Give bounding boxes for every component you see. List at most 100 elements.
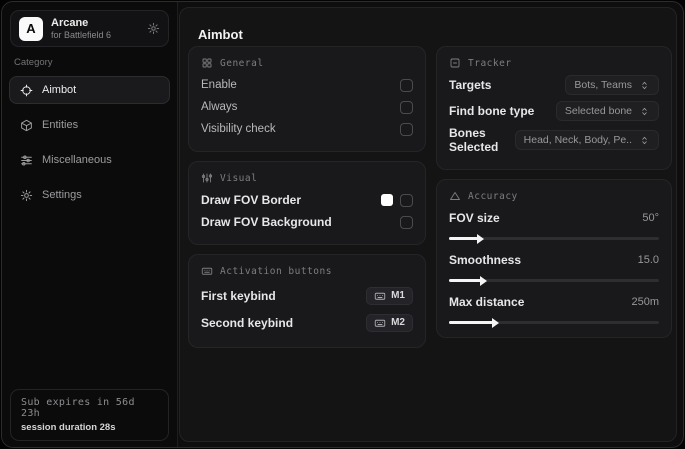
- targets-dropdown[interactable]: Bots, Teams: [565, 75, 659, 95]
- section-title: Tracker: [468, 57, 512, 69]
- section-title: Visual: [220, 172, 258, 184]
- sidebar-item-aimbot[interactable]: Aimbot: [9, 76, 170, 104]
- dropdown-value: Bots, Teams: [574, 79, 632, 91]
- setting-row-always: Always: [201, 96, 413, 118]
- setting-row-draw-fov-background: Draw FOV Background: [201, 211, 413, 233]
- unfold-icon: [639, 106, 650, 117]
- setting-label: Draw FOV Background: [201, 215, 332, 229]
- dropdown-value: Selected bone: [564, 105, 632, 117]
- setting-row-visibility-check: Visibility check: [201, 118, 413, 140]
- sidebar-item-label: Entities: [42, 119, 79, 131]
- box-icon: [20, 119, 33, 132]
- page-title: Aimbot: [198, 27, 243, 42]
- setting-row-first-keybind: First keybind M1: [201, 282, 413, 309]
- gear-icon[interactable]: [147, 22, 160, 35]
- sub-expiry-text: Sub expires in 56d 23h: [21, 397, 135, 419]
- app-name: Arcane: [51, 16, 89, 29]
- smoothness-slider[interactable]: [449, 275, 659, 286]
- keybind-value: M2: [391, 317, 405, 328]
- find-bone-type-dropdown[interactable]: Selected bone: [555, 101, 659, 121]
- setting-row-bones-selected: Bones Selected Head, Neck, Body, Pe..: [449, 126, 659, 154]
- setting-label: Always: [201, 101, 238, 113]
- general-section-header: General: [201, 57, 413, 69]
- triangle-icon: [449, 190, 461, 202]
- app-window: A Arcane for Battlefield 6 Category Aimb…: [1, 1, 684, 448]
- sidebar-item-miscellaneous[interactable]: Miscellaneous: [9, 146, 170, 174]
- category-label: Category: [14, 57, 53, 68]
- app-subtitle: for Battlefield 6: [51, 29, 112, 40]
- enable-checkbox[interactable]: [400, 78, 413, 92]
- setting-row-targets: Targets Bots, Teams: [449, 74, 659, 96]
- slider-thumb[interactable]: [477, 233, 485, 244]
- main-panel: Aimbot General Enable Always Visibility …: [179, 7, 677, 442]
- setting-label: Enable: [201, 79, 237, 91]
- slider-fill: [449, 233, 485, 244]
- unfold-icon: [639, 80, 650, 91]
- draw-fov-background-checkbox[interactable]: [400, 215, 413, 229]
- slider-label-row: Max distance 250m: [449, 291, 659, 313]
- visibility-check-checkbox[interactable]: [400, 122, 413, 136]
- activation-section-header: Activation buttons: [201, 265, 413, 277]
- slider-label-row: Smoothness 15.0: [449, 249, 659, 271]
- unfold-icon: [639, 135, 650, 146]
- app-title-block: Arcane for Battlefield 6: [51, 17, 111, 41]
- sidebar-item-entities[interactable]: Entities: [9, 111, 170, 139]
- crosshair-icon: [20, 84, 33, 97]
- always-checkbox[interactable]: [400, 100, 413, 114]
- dropdown-value: Head, Neck, Body, Pe..: [523, 134, 632, 146]
- setting-label: Visibility check: [201, 123, 276, 135]
- fov-border-color-swatch[interactable]: [381, 194, 393, 206]
- right-column: Tracker Targets Bots, Teams Find bone ty…: [436, 46, 672, 347]
- general-card: General Enable Always Visibility check: [188, 46, 426, 152]
- draw-fov-border-checkbox[interactable]: [400, 193, 413, 207]
- app-logo: A: [19, 16, 43, 41]
- slider-fill: [449, 275, 487, 286]
- setting-label: Bones Selected: [449, 126, 499, 154]
- left-column: General Enable Always Visibility check V…: [188, 46, 426, 357]
- keybind-value: M1: [391, 290, 405, 301]
- subscription-info-card: Sub expires in 56d 23h session duration …: [10, 389, 169, 441]
- slider-value: 250m: [631, 296, 659, 308]
- visual-section-header: Visual: [201, 172, 413, 184]
- grid-icon: [201, 57, 213, 69]
- max-distance-slider-group: Max distance 250m: [449, 291, 659, 328]
- fov-size-slider[interactable]: [449, 233, 659, 244]
- fov-border-controls: [381, 193, 413, 207]
- second-keybind-button[interactable]: M2: [366, 313, 413, 332]
- smoothness-slider-group: Smoothness 15.0: [449, 249, 659, 286]
- setting-row-find-bone-type: Find bone type Selected bone: [449, 100, 659, 122]
- activation-card: Activation buttons First keybind M1 Seco…: [188, 254, 426, 348]
- slider-thumb[interactable]: [479, 275, 487, 286]
- sliders-icon: [20, 154, 33, 167]
- tune-icon: [201, 172, 213, 184]
- setting-label: Max distance: [449, 295, 525, 309]
- section-title: Activation buttons: [220, 265, 332, 277]
- max-distance-slider[interactable]: [449, 317, 659, 328]
- slider-fill: [449, 317, 500, 328]
- first-keybind-button[interactable]: M1: [366, 286, 413, 305]
- bones-selected-dropdown[interactable]: Head, Neck, Body, Pe..: [514, 130, 659, 150]
- tracker-card: Tracker Targets Bots, Teams Find bone ty…: [436, 46, 672, 170]
- setting-label: Second keybind: [201, 315, 294, 330]
- sidebar: A Arcane for Battlefield 6 Category Aimb…: [2, 2, 178, 447]
- sidebar-nav: Aimbot Entities Miscellaneous Settings: [2, 76, 177, 209]
- sidebar-item-label: Miscellaneous: [42, 154, 112, 166]
- keyboard-icon: [374, 317, 386, 329]
- slider-thumb[interactable]: [492, 317, 500, 328]
- sidebar-item-label: Aimbot: [42, 84, 77, 96]
- session-duration-text: session duration 28s: [21, 422, 116, 433]
- sidebar-item-settings[interactable]: Settings: [9, 181, 170, 209]
- setting-row-second-keybind: Second keybind M2: [201, 309, 413, 336]
- accuracy-section-header: Accuracy: [449, 190, 659, 202]
- slider-value: 50°: [642, 212, 659, 224]
- accuracy-card: Accuracy FOV size 50° Smoothness 15.0 Ma…: [436, 179, 672, 338]
- setting-label: Smoothness: [449, 253, 522, 267]
- slider-label-row: FOV size 50°: [449, 207, 659, 229]
- setting-label: First keybind: [201, 288, 276, 303]
- setting-row-enable: Enable: [201, 74, 413, 96]
- sidebar-item-label: Settings: [42, 189, 82, 201]
- slider-value: 15.0: [637, 254, 659, 266]
- gear-icon: [20, 189, 33, 202]
- setting-label: Draw FOV Border: [201, 193, 302, 207]
- app-header-card: A Arcane for Battlefield 6: [10, 10, 169, 47]
